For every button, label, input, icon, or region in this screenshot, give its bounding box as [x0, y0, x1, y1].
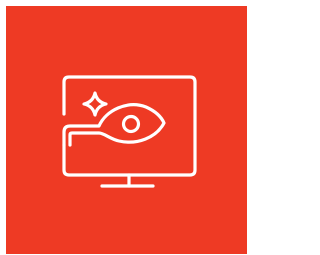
- monitor-eye-sparkle-icon: [62, 75, 197, 188]
- eye-pupil: [121, 114, 141, 134]
- sparkle-icon: [82, 91, 108, 117]
- eye-outline: [62, 103, 166, 147]
- icon-tile: [6, 6, 247, 254]
